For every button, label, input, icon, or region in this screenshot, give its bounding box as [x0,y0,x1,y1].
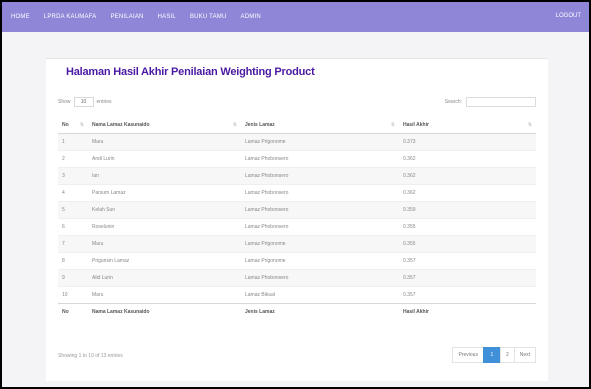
nav-admin[interactable]: ADMIN [241,14,261,20]
cell-nama: Maru [88,286,241,304]
col-footer-hasil: Hasil Akhir [399,303,536,320]
entries-label: entries [96,99,112,105]
cell-jenis: Lamaz Prigonome [241,133,399,151]
results-table: No ⇅ Nama Lamaz Kasunaido ⇅ Jenis Lamaz ⇅ H… [58,117,536,320]
search-input[interactable] [466,97,536,107]
cell-hasil: 0.359 [399,201,536,219]
cell-hasil: 0.373 [399,133,536,151]
cell-no: 9 [58,269,88,287]
page-title: Halaman Hasil Akhir Penilaian Weighting … [66,66,315,78]
cell-no: 7 [58,235,88,253]
sort-icon: ⇅ [527,122,532,128]
cell-no: 1 [58,133,88,151]
nav-hasil[interactable]: HASIL [158,14,176,20]
cell-jenis: Lamaz Phobonsero [241,150,399,168]
nav-buku-tamu[interactable]: BUKU TAMU [190,14,227,20]
cell-hasil: 0.362 [399,150,536,168]
cell-jenis: Lamaz Phobonsero [241,184,399,202]
table-row: 7 Maru Lamaz Prigonome 0.355 [58,235,536,253]
search-label: Search: [444,99,462,105]
cell-no: 3 [58,167,88,185]
col-header-nama[interactable]: Nama Lamaz Kasunaido ⇅ [88,117,241,134]
page-button-2[interactable]: 2 [499,347,515,363]
cell-no: 2 [58,150,88,168]
nav-logout[interactable]: LOGOUT [556,13,581,19]
table-row: 1 Maru Lamaz Prigonome 0.373 [58,133,536,151]
cell-nama: Andi Lurin [88,150,241,168]
pagination: Previous 1 2 Next [452,347,536,363]
cell-nama: Maru [88,235,241,253]
cell-jenis: Lamaz Phobonsero [241,269,399,287]
page-button-1[interactable]: 1 [482,347,501,363]
cell-hasil: 0.355 [399,235,536,253]
cell-jenis: Lamaz Phobonsero [241,167,399,185]
table-row: 10 Maru Lamaz Bikual 0.357 [58,286,536,304]
col-footer-nama: Nama Lamaz Kasunaido [88,303,241,320]
sort-icon: ⇅ [79,122,84,128]
col-footer-no: No [58,303,88,320]
entries-select[interactable]: 10 [73,97,94,107]
table-header-row: No ⇅ Nama Lamaz Kasunaido ⇅ Jenis Lamaz ⇅ H… [58,117,536,134]
table-row: 5 Kelah Sun Lamaz Phobonsero 0.359 [58,201,536,219]
show-label: Show [58,99,71,105]
table-row: 4 Parsum Lamaz Lamaz Phobonsero 0.362 [58,184,536,202]
cell-jenis: Lamaz Prigonome [241,252,399,270]
cell-jenis: Lamaz Bikual [241,286,399,304]
nav-home[interactable]: HOME [11,14,30,20]
table-row: 8 Prigunsin Lamaz Lamaz Prigonome 0.357 [58,252,536,270]
col-header-jenis[interactable]: Jenis Lamaz ⇅ [241,117,399,134]
cell-nama: Parsum Lamaz [88,184,241,202]
cell-hasil: 0.357 [399,252,536,270]
cell-hasil: 0.362 [399,184,536,202]
table-controls: Show 10 entries Search: [58,97,536,109]
cell-no: 4 [58,184,88,202]
sort-icon: ⇅ [390,122,395,128]
nav-penilaian[interactable]: PENILAIAN [110,14,143,20]
sort-icon: ⇅ [232,122,237,128]
table-row: 9 Alid Lurin Lamaz Phobonsero 0.357 [58,269,536,287]
nav-lprda[interactable]: LPRDA KAUMAFA [44,14,97,20]
content-panel: Halaman Hasil Akhir Penilaian Weighting … [46,58,548,381]
search-box: Search: [445,97,536,107]
cell-nama: Maru [88,133,241,151]
cell-nama: Prigunsin Lamaz [88,252,241,270]
table-footer-row: No Nama Lamaz Kasunaido Jenis Lamaz Hasi… [58,303,536,320]
next-button[interactable]: Next [513,347,536,363]
cell-jenis: Lamaz Phobonsero [241,201,399,219]
table-row: 6 Roselunin Lamaz Phobonsero 0.355 [58,218,536,236]
cell-nama: Roselunin [88,218,241,236]
cell-no: 6 [58,218,88,236]
cell-no: 5 [58,201,88,219]
cell-nama: Kelah Sun [88,201,241,219]
cell-jenis: Lamaz Prigonome [241,235,399,253]
cell-hasil: 0.355 [399,218,536,236]
top-navbar: HOME LPRDA KAUMAFA PENILAIAN HASIL BUKU … [2,2,589,32]
cell-nama: Ian [88,167,241,185]
cell-hasil: 0.357 [399,269,536,287]
cell-nama: Alid Lurin [88,269,241,287]
table-row: 3 Ian Lamaz Phobonsero 0.362 [58,167,536,185]
col-header-no[interactable]: No ⇅ [58,117,88,134]
col-footer-jenis: Jenis Lamaz [241,303,399,320]
prev-button[interactable]: Previous [452,347,484,363]
cell-jenis: Lamaz Phobonsero [241,218,399,236]
cell-hasil: 0.357 [399,286,536,304]
table-info: Showing 1 to 10 of 13 entries [58,353,123,359]
cell-no: 8 [58,252,88,270]
table-row: 2 Andi Lurin Lamaz Phobonsero 0.362 [58,150,536,168]
entries-length: Show 10 entries [58,97,112,107]
col-header-hasil[interactable]: Hasil Akhir ⇅ [399,117,536,134]
browser-frame: HOME LPRDA KAUMAFA PENILAIAN HASIL BUKU … [0,0,591,389]
cell-no: 10 [58,286,88,304]
cell-hasil: 0.362 [399,167,536,185]
